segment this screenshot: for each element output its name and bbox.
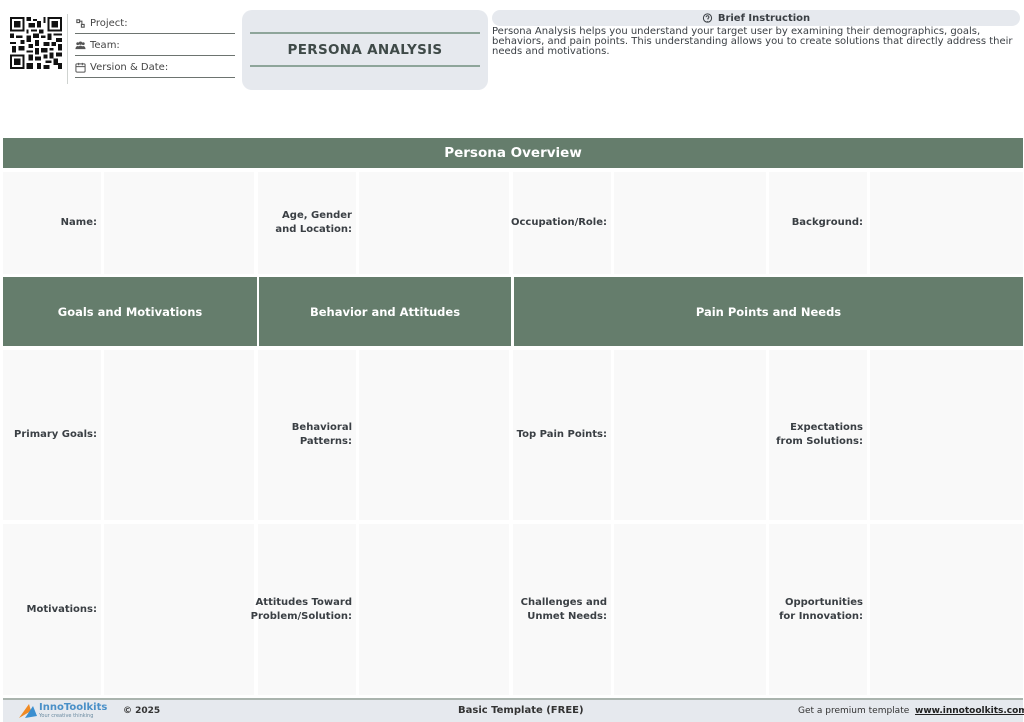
behavioral-patterns-input-cell[interactable]	[359, 350, 509, 520]
top-pain-points-label-cell: Top Pain Points:	[513, 350, 611, 520]
innotoolkits-logo-icon	[19, 704, 37, 718]
instruction-title: Brief Instruction	[717, 12, 811, 24]
page-title: PERSONA ANALYSIS	[287, 42, 443, 58]
attitudes-label-cell: Attitudes Toward Problem/Solution:	[250, 524, 356, 695]
opportunities-label-cell: Opportunities for Innovation:	[769, 524, 867, 695]
motivations-label: Motivations:	[26, 603, 97, 615]
instruction-header: Brief Instruction	[492, 10, 1020, 26]
motivations-label-cell: Motivations:	[3, 524, 101, 695]
opportunities-label: Opportunities for Innovation:	[779, 596, 863, 622]
goals-motivations-title: Goals and Motivations	[57, 304, 203, 319]
qr-code-icon	[10, 17, 62, 69]
title-rule-top	[250, 32, 480, 34]
instruction-icon	[702, 12, 712, 23]
pain-points-needs-header: Pain Points and Needs	[514, 277, 1023, 346]
instruction-text: Persona Analysis helps you understand yo…	[492, 26, 1013, 57]
innotoolkits-logo: InnoToolkits Your creative thinking	[17, 700, 117, 722]
primary-goals-input-cell[interactable]	[104, 350, 254, 520]
footer-website-link[interactable]: www.innotoolkits.com	[915, 706, 1024, 716]
age-gender-location-label-cell: Age, Gender and Location:	[258, 172, 356, 274]
behavior-attitudes-title: Behavior and Attitudes	[309, 304, 461, 319]
age-gender-location-input-cell[interactable]	[359, 172, 509, 274]
pain-points-needs-title: Pain Points and Needs	[695, 304, 842, 319]
name-label-cell: Name:	[3, 172, 101, 274]
primary-goals-label: Primary Goals:	[14, 429, 97, 440]
primary-goals-label-cell: Primary Goals:	[3, 350, 101, 520]
footer-template-type: Basic Template (FREE)	[458, 705, 584, 716]
team-icon	[75, 41, 86, 50]
project-field[interactable]: Project:	[75, 14, 235, 34]
occupation-input-cell[interactable]	[614, 172, 766, 274]
top-pain-points-input-cell[interactable]	[614, 350, 766, 520]
version-date-label: Version & Date:	[90, 62, 169, 73]
goals-motivations-header: Goals and Motivations	[3, 277, 257, 346]
background-label-cell: Background:	[769, 172, 867, 274]
persona-overview-header: Persona Overview	[3, 138, 1023, 168]
behavioral-patterns-label-cell: Behavioral Patterns:	[258, 350, 356, 520]
version-date-field[interactable]: Version & Date:	[75, 58, 235, 78]
footer-premium-text: Get a premium template	[798, 706, 910, 716]
occupation-label: Occupation/Role:	[510, 217, 607, 228]
calendar-icon	[75, 62, 86, 73]
project-label: Project:	[90, 18, 128, 29]
behavior-attitudes-header: Behavior and Attitudes	[259, 277, 511, 346]
title-rule-bottom	[250, 65, 480, 67]
top-pain-points-label: Top Pain Points:	[516, 429, 607, 440]
behavioral-patterns-label: Behavioral Patterns:	[291, 422, 352, 447]
challenges-input-cell[interactable]	[614, 524, 766, 695]
header-divider	[67, 14, 68, 84]
team-field[interactable]: Team:	[75, 36, 235, 56]
occupation-label-cell: Occupation/Role:	[510, 172, 611, 274]
footer: InnoToolkits Your creative thinking © 20…	[3, 698, 1024, 722]
persona-overview-title: Persona Overview	[444, 145, 582, 161]
name-input-cell[interactable]	[104, 172, 254, 274]
attitudes-input-cell[interactable]	[359, 524, 509, 695]
footer-brand: InnoToolkits	[39, 702, 108, 713]
title-box: PERSONA ANALYSIS	[242, 10, 488, 90]
motivations-input-cell[interactable]	[104, 524, 254, 695]
opportunities-input-cell[interactable]	[870, 524, 1023, 695]
background-label: Background:	[791, 217, 863, 228]
project-icon	[76, 19, 85, 28]
name-label: Name:	[60, 217, 97, 228]
expectations-input-cell[interactable]	[870, 350, 1023, 520]
footer-tagline: Your creative thinking	[39, 713, 94, 719]
attitudes-label: Attitudes Toward Problem/Solution:	[250, 596, 352, 622]
footer-copyright: © 2025	[123, 706, 161, 716]
age-gender-location-label: Age, Gender and Location:	[275, 210, 352, 235]
challenges-label-cell: Challenges and Unmet Needs:	[513, 524, 611, 695]
background-input-cell[interactable]	[870, 172, 1023, 274]
challenges-label: Challenges and Unmet Needs:	[520, 596, 607, 622]
team-label: Team:	[90, 40, 120, 51]
expectations-label: Expectations from Solutions:	[776, 422, 863, 447]
expectations-label-cell: Expectations from Solutions:	[769, 350, 867, 520]
